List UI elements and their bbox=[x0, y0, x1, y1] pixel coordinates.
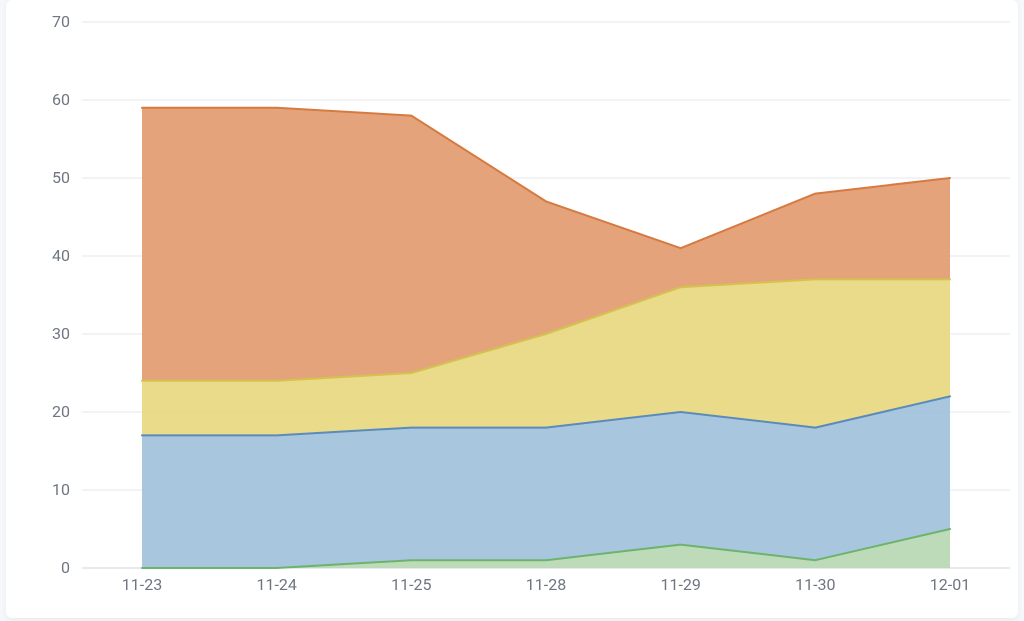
area-chart: 0 10 20 30 40 50 60 70 11-23 11-24 11-25 11-28 11-29… bbox=[22, 8, 1012, 608]
y-tick-label: 0 bbox=[61, 558, 70, 577]
stacked-areas bbox=[142, 108, 950, 568]
y-tick-label: 10 bbox=[52, 480, 70, 499]
y-tick-label: 20 bbox=[52, 402, 70, 421]
x-tick-label: 11-29 bbox=[660, 575, 700, 594]
x-ticks: 11-23 11-24 11-25 11-28 11-29 11-30 12-01 bbox=[122, 575, 970, 594]
y-ticks: 0 10 20 30 40 50 60 70 bbox=[52, 12, 70, 577]
y-tick-label: 60 bbox=[52, 90, 70, 109]
y-tick-label: 70 bbox=[52, 12, 70, 31]
x-tick-label: 12-01 bbox=[930, 575, 970, 594]
y-tick-label: 50 bbox=[52, 168, 70, 187]
chart-svg: 0 10 20 30 40 50 60 70 11-23 11-24 11-25 11-28 11-29… bbox=[22, 8, 1012, 608]
y-tick-label: 40 bbox=[52, 246, 70, 265]
x-tick-label: 11-25 bbox=[391, 575, 431, 594]
x-tick-label: 11-30 bbox=[795, 575, 835, 594]
x-tick-label: 11-23 bbox=[122, 575, 162, 594]
x-tick-label: 11-24 bbox=[256, 575, 296, 594]
x-tick-label: 11-28 bbox=[526, 575, 566, 594]
chart-card: 0 10 20 30 40 50 60 70 11-23 11-24 11-25 11-28 11-29… bbox=[6, 0, 1018, 618]
y-tick-label: 30 bbox=[52, 324, 70, 343]
